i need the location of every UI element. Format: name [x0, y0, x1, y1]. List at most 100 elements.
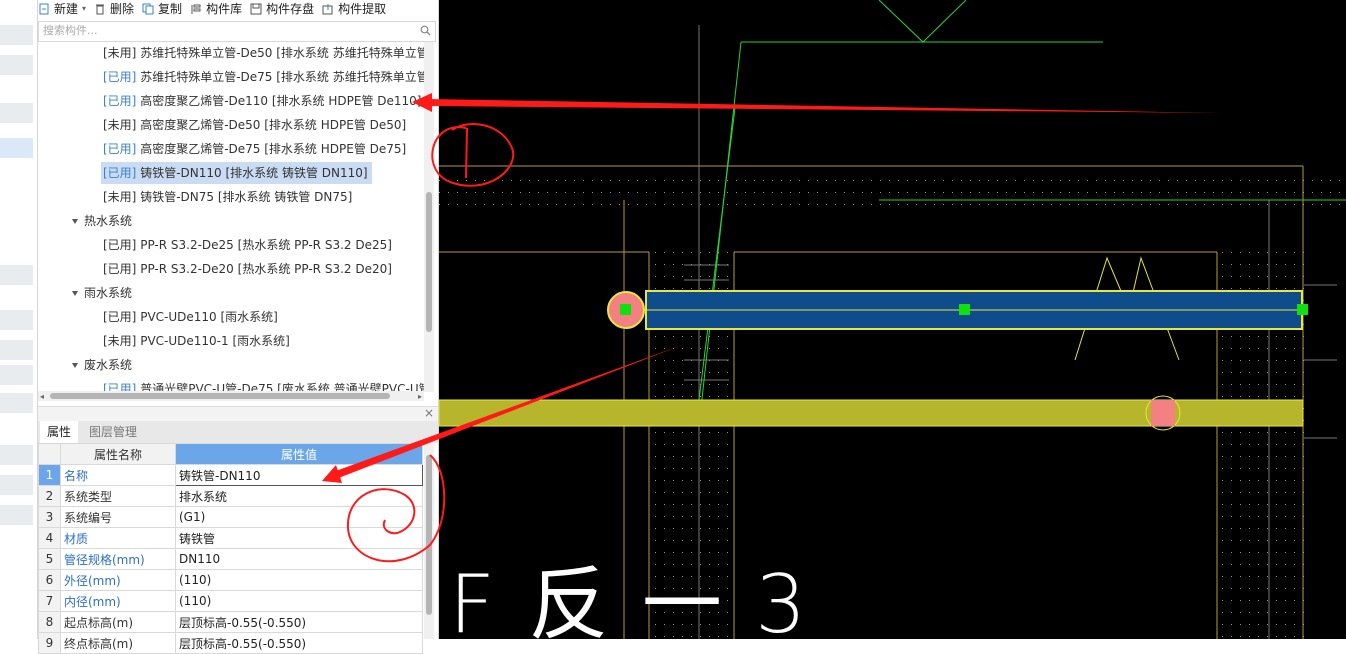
property-tabs: 属性 图层管理 — [38, 421, 438, 443]
tree-vertical-scrollbar[interactable] — [424, 42, 434, 392]
collapse-triangle-icon[interactable] — [72, 363, 78, 368]
delete-button[interactable]: 删除 — [94, 0, 134, 17]
row-number: 7 — [38, 590, 61, 612]
dock-item[interactable] — [0, 310, 33, 330]
panel-splitter[interactable]: × — [38, 406, 438, 421]
property-value[interactable]: 层顶标高-0.55(-0.550) — [175, 611, 423, 633]
cad-drawing[interactable]: F 反 一 3 — [438, 0, 1346, 651]
header-property-value: 属性值 — [175, 443, 423, 465]
component-extract-button[interactable]: 构件提取 — [322, 0, 386, 17]
dock-item-selected[interactable] — [0, 138, 33, 158]
close-icon[interactable]: × — [424, 406, 434, 420]
row-number: 9 — [38, 632, 61, 654]
header-corner — [38, 443, 61, 465]
property-value[interactable]: (110) — [175, 569, 423, 591]
tree-item-status: [已用] — [103, 238, 137, 252]
property-header-row: 属性名称 属性值 — [38, 443, 423, 465]
tree-category[interactable]: 废水系统 — [72, 354, 132, 376]
tree-category[interactable]: 热水系统 — [72, 210, 132, 232]
property-name: 外径(mm) — [60, 569, 176, 591]
scroll-thumb[interactable] — [426, 455, 432, 615]
dock-item[interactable] — [0, 445, 33, 465]
tree-item-selected[interactable]: [已用] 铸铁管-DN110 [排水系统 铸铁管 DN110] — [101, 162, 372, 184]
search-input[interactable] — [39, 22, 417, 39]
property-value[interactable]: 铸铁管 — [175, 527, 423, 549]
tree-item-status: [未用] — [103, 334, 137, 348]
dock-item[interactable] — [0, 393, 33, 413]
tree-item[interactable]: [未用] PVC-UDe110-1 [雨水系统] — [101, 330, 294, 352]
tree-item-label: 高密度聚乙烯管-De50 [排水系统 HDPE管 De50] — [140, 118, 407, 132]
property-name: 名称 — [60, 464, 176, 486]
grip-point[interactable] — [620, 304, 631, 315]
row-number: 4 — [38, 527, 61, 549]
tree-item-label: PP-R S3.2-De20 [热水系统 PP-R S3.2 De20] — [140, 262, 392, 276]
dock-item[interactable] — [0, 505, 33, 525]
copy-label: 复制 — [158, 2, 183, 16]
property-name: 系统编号 — [60, 506, 176, 528]
component-save-button[interactable]: 构件存盘 — [250, 0, 314, 17]
property-value-input[interactable]: 铸铁管-DN110 — [175, 464, 423, 486]
property-row[interactable]: 1 名称 铸铁管-DN110 — [38, 464, 423, 486]
collapse-triangle-icon[interactable] — [72, 219, 78, 224]
scroll-thumb[interactable] — [50, 393, 390, 399]
property-row[interactable]: 8 起点标高(m) 层顶标高-0.55(-0.550) — [38, 611, 423, 633]
property-name: 系统类型 — [60, 485, 176, 507]
dock-item[interactable] — [0, 103, 33, 123]
dock-item[interactable] — [0, 365, 33, 385]
tree-item[interactable]: [已用] PVC-UDe110 [雨水系统] — [101, 306, 282, 328]
property-value[interactable]: 排水系统 — [175, 485, 423, 507]
property-value[interactable]: (110) — [175, 590, 423, 612]
tree-item[interactable]: [未用] 铸铁管-DN75 [排水系统 铸铁管 DN75] — [101, 186, 356, 208]
copy-button[interactable]: 复制 — [142, 0, 182, 17]
property-row[interactable]: 9 终点标高(m) 层顶标高-0.55(-0.550) — [38, 632, 423, 654]
dock-item[interactable] — [0, 265, 33, 285]
property-row[interactable]: 3 系统编号 (G1) — [38, 506, 423, 528]
tree-item[interactable]: [已用] 苏维托特殊单立管-De75 [排水系统 苏维托特殊单立管 — [101, 66, 424, 88]
tab-properties[interactable]: 属性 — [40, 421, 79, 443]
property-row[interactable]: 6 外径(mm) (110) — [38, 569, 423, 591]
property-row[interactable]: 5 管径规格(mm) DN110 — [38, 548, 423, 570]
scroll-left-arrow-icon[interactable]: ◂ — [40, 392, 44, 401]
grip-point[interactable] — [1297, 304, 1308, 315]
cad-canvas[interactable]: F 反 一 3 — [438, 0, 1346, 651]
property-name: 起点标高(m) — [60, 611, 176, 633]
tree-item[interactable]: [已用] PP-R S3.2-De25 [热水系统 PP-R S3.2 De25… — [101, 234, 396, 256]
tree-item[interactable]: [未用] 高密度聚乙烯管-De50 [排水系统 HDPE管 De50] — [101, 114, 410, 136]
tree-category[interactable]: 雨水系统 — [72, 282, 132, 304]
tree-item[interactable]: [已用] 高密度聚乙烯管-De110 [排水系统 HDPE管 De110] — [101, 90, 424, 112]
tree-item[interactable]: [未用] 苏维托特殊单立管-De50 [排水系统 苏维托特殊单立管 — [101, 42, 424, 64]
collapse-triangle-icon[interactable] — [72, 291, 78, 296]
tree-item-label: 高密度聚乙烯管-De75 [排水系统 HDPE管 De75] — [140, 142, 407, 156]
tree-item-status: [已用] — [103, 142, 137, 156]
property-value[interactable]: (G1) — [175, 506, 423, 528]
scroll-right-arrow-icon[interactable]: ▸ — [418, 392, 422, 401]
tree-horizontal-scrollbar[interactable]: ◂ ▸ — [38, 391, 424, 401]
component-library-button[interactable]: 构件库 — [190, 0, 242, 17]
copy-icon — [142, 3, 154, 14]
property-row[interactable]: 4 材质 铸铁管 — [38, 527, 423, 549]
property-table: 属性名称 属性值 1 名称 铸铁管-DN110 2 系统类型 排水系统 3 系统… — [38, 443, 423, 654]
dock-item[interactable] — [0, 340, 33, 360]
new-button[interactable]: 新建 ▾ — [38, 0, 86, 17]
scroll-thumb[interactable] — [426, 192, 432, 332]
tree-item[interactable]: [已用] 普通光壁PVC-U管-De75 [废水系统 普通光壁PVC-U管 — [101, 378, 424, 392]
row-number: 8 — [38, 611, 61, 633]
property-row[interactable]: 7 内径(mm) (110) — [38, 590, 423, 612]
tree-item-status: [未用] — [103, 46, 137, 60]
property-row[interactable]: 2 系统类型 排水系统 — [38, 485, 423, 507]
dock-item[interactable] — [0, 475, 33, 495]
property-vertical-scrollbar[interactable] — [424, 443, 434, 639]
extract-icon — [322, 3, 333, 14]
property-value[interactable]: DN110 — [175, 548, 423, 570]
dropdown-arrow-icon[interactable]: ▾ — [82, 4, 86, 13]
tab-layer-management[interactable]: 图层管理 — [82, 421, 144, 443]
dock-item[interactable] — [0, 55, 33, 75]
search-icon[interactable] — [420, 25, 431, 36]
dock-item[interactable] — [0, 25, 33, 45]
row-number: 1 — [38, 464, 61, 486]
tree-item[interactable]: [已用] PP-R S3.2-De20 [热水系统 PP-R S3.2 De20… — [101, 258, 396, 280]
tree-category-label: 热水系统 — [84, 214, 133, 228]
grip-point[interactable] — [959, 304, 970, 315]
tree-item[interactable]: [已用] 高密度聚乙烯管-De75 [排水系统 HDPE管 De75] — [101, 138, 410, 160]
property-value[interactable]: 层顶标高-0.55(-0.550) — [175, 632, 423, 654]
